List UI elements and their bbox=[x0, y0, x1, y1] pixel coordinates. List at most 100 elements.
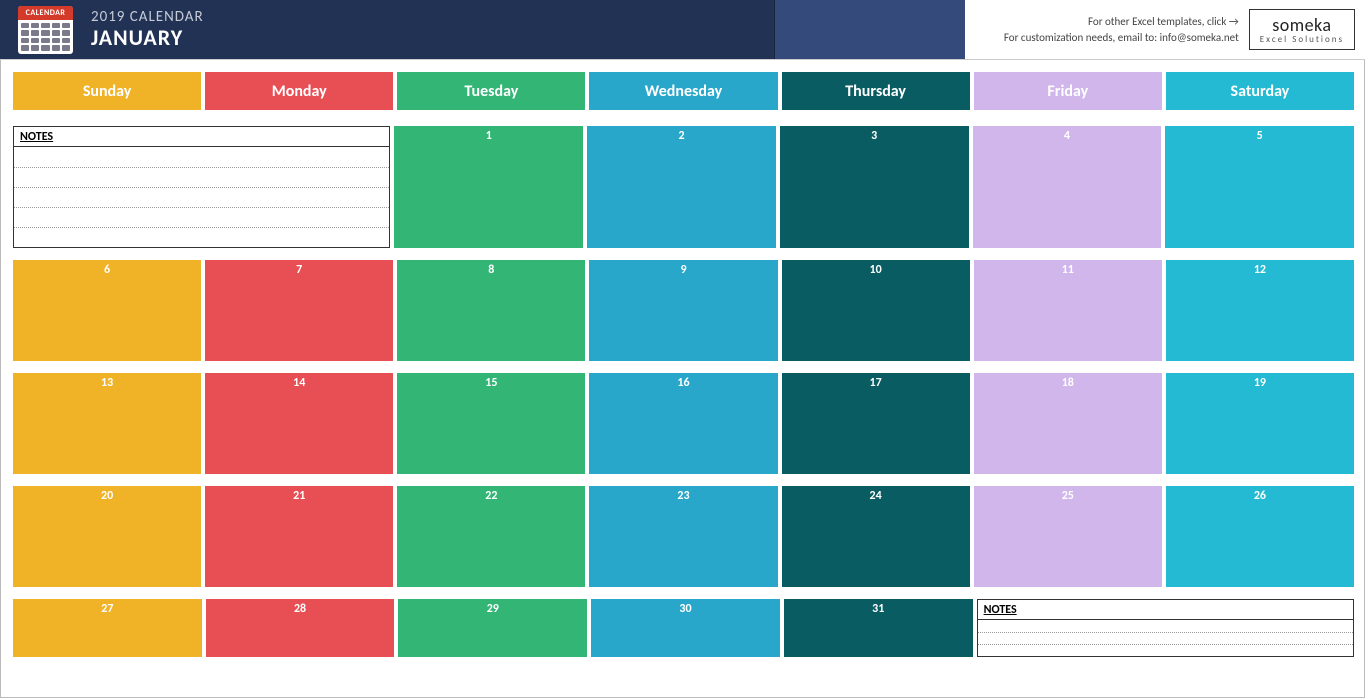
note-line[interactable] bbox=[783, 546, 969, 566]
day-cell[interactable]: 16 bbox=[589, 373, 777, 474]
day-cell[interactable]: 23 bbox=[589, 486, 777, 587]
day-cell[interactable]: 15 bbox=[397, 373, 585, 474]
day-cell[interactable]: 12 bbox=[1166, 260, 1354, 361]
note-line[interactable] bbox=[588, 146, 775, 166]
day-cell[interactable]: 20 bbox=[13, 486, 201, 587]
day-cell[interactable]: 19 bbox=[1166, 373, 1354, 474]
note-line[interactable] bbox=[1167, 566, 1353, 586]
note-line[interactable] bbox=[592, 631, 779, 643]
note-line[interactable] bbox=[398, 320, 584, 340]
note-line[interactable] bbox=[975, 453, 1161, 473]
note-line[interactable] bbox=[785, 631, 972, 643]
day-cell[interactable]: 21 bbox=[205, 486, 393, 587]
day-cell[interactable]: 13 bbox=[13, 373, 201, 474]
day-cell[interactable]: 9 bbox=[589, 260, 777, 361]
note-line[interactable] bbox=[14, 167, 389, 187]
note-line[interactable] bbox=[1167, 506, 1353, 526]
note-line[interactable] bbox=[206, 393, 392, 413]
note-line[interactable] bbox=[590, 546, 776, 566]
note-line[interactable] bbox=[783, 566, 969, 586]
note-line[interactable] bbox=[978, 632, 1353, 644]
note-line[interactable] bbox=[783, 526, 969, 546]
note-line[interactable] bbox=[590, 453, 776, 473]
note-line[interactable] bbox=[783, 393, 969, 413]
note-line[interactable] bbox=[399, 631, 586, 643]
note-line[interactable] bbox=[14, 187, 389, 207]
note-line[interactable] bbox=[398, 433, 584, 453]
note-line[interactable] bbox=[590, 566, 776, 586]
note-line[interactable] bbox=[590, 413, 776, 433]
note-line[interactable] bbox=[398, 340, 584, 360]
day-cell[interactable]: 30 bbox=[591, 599, 780, 657]
note-line[interactable] bbox=[398, 566, 584, 586]
note-line[interactable] bbox=[975, 320, 1161, 340]
note-line[interactable] bbox=[781, 206, 968, 226]
note-line[interactable] bbox=[206, 433, 392, 453]
day-cell[interactable]: 29 bbox=[398, 599, 587, 657]
note-line[interactable] bbox=[395, 186, 582, 206]
note-line[interactable] bbox=[1167, 393, 1353, 413]
note-line[interactable] bbox=[1167, 320, 1353, 340]
note-line[interactable] bbox=[783, 280, 969, 300]
note-line[interactable] bbox=[590, 280, 776, 300]
note-line[interactable] bbox=[206, 413, 392, 433]
day-cell[interactable]: 26 bbox=[1166, 486, 1354, 587]
note-line[interactable] bbox=[1166, 166, 1353, 186]
note-line[interactable] bbox=[975, 566, 1161, 586]
day-cell[interactable]: 7 bbox=[205, 260, 393, 361]
note-line[interactable] bbox=[1167, 300, 1353, 320]
note-line[interactable] bbox=[975, 340, 1161, 360]
note-line[interactable] bbox=[398, 526, 584, 546]
day-cell[interactable]: 6 bbox=[13, 260, 201, 361]
day-cell[interactable]: 2 bbox=[587, 126, 776, 248]
note-line[interactable] bbox=[783, 506, 969, 526]
note-line[interactable] bbox=[207, 631, 394, 643]
note-line[interactable] bbox=[14, 566, 200, 586]
day-cell[interactable]: 14 bbox=[205, 373, 393, 474]
note-line[interactable] bbox=[975, 393, 1161, 413]
note-line[interactable] bbox=[974, 146, 1161, 166]
note-line[interactable] bbox=[14, 506, 200, 526]
note-line[interactable] bbox=[1167, 453, 1353, 473]
note-line[interactable] bbox=[206, 280, 392, 300]
help-templates-link[interactable]: For other Excel templates, click → bbox=[1004, 14, 1239, 29]
note-line[interactable] bbox=[14, 207, 389, 227]
note-line[interactable] bbox=[14, 619, 201, 631]
day-cell[interactable]: 18 bbox=[974, 373, 1162, 474]
note-line[interactable] bbox=[975, 506, 1161, 526]
note-line[interactable] bbox=[14, 147, 389, 167]
note-line[interactable] bbox=[588, 186, 775, 206]
note-line[interactable] bbox=[14, 393, 200, 413]
note-line[interactable] bbox=[781, 186, 968, 206]
note-line[interactable] bbox=[14, 340, 200, 360]
day-cell[interactable]: 31 bbox=[784, 599, 973, 657]
note-line[interactable] bbox=[395, 166, 582, 186]
note-line[interactable] bbox=[783, 453, 969, 473]
note-line[interactable] bbox=[1167, 280, 1353, 300]
day-cell[interactable]: 4 bbox=[973, 126, 1162, 248]
note-line[interactable] bbox=[783, 320, 969, 340]
day-cell[interactable]: 22 bbox=[397, 486, 585, 587]
note-line[interactable] bbox=[207, 619, 394, 631]
note-line[interactable] bbox=[14, 413, 200, 433]
note-line[interactable] bbox=[975, 546, 1161, 566]
note-line[interactable] bbox=[590, 340, 776, 360]
note-line[interactable] bbox=[1166, 146, 1353, 166]
note-line[interactable] bbox=[783, 413, 969, 433]
day-cell[interactable]: 10 bbox=[782, 260, 970, 361]
note-line[interactable] bbox=[783, 433, 969, 453]
note-line[interactable] bbox=[14, 631, 201, 643]
note-line[interactable] bbox=[395, 206, 582, 226]
note-line[interactable] bbox=[1167, 433, 1353, 453]
day-cell[interactable]: 8 bbox=[397, 260, 585, 361]
note-line[interactable] bbox=[206, 340, 392, 360]
note-line[interactable] bbox=[398, 413, 584, 433]
note-line[interactable] bbox=[590, 506, 776, 526]
note-line[interactable] bbox=[975, 433, 1161, 453]
note-line[interactable] bbox=[978, 644, 1353, 656]
note-line[interactable] bbox=[592, 619, 779, 631]
note-line[interactable] bbox=[975, 526, 1161, 546]
note-line[interactable] bbox=[783, 340, 969, 360]
note-line[interactable] bbox=[14, 280, 200, 300]
note-line[interactable] bbox=[1167, 340, 1353, 360]
